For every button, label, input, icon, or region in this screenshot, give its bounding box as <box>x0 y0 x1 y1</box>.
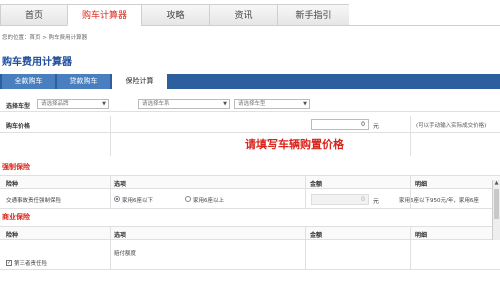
col-option: 选项 <box>114 232 127 239</box>
model-select[interactable]: 请选择车型 ▼ <box>234 99 310 109</box>
tab-bar: 全款购车 贷款购车 保险计算 <box>0 74 500 89</box>
grid-line <box>410 175 411 209</box>
tab-loan[interactable]: 贷款购车 <box>57 74 110 89</box>
series-select[interactable]: 请选择车系 ▼ <box>138 99 230 109</box>
col-option: 选项 <box>114 181 127 188</box>
nav-item-calculator[interactable]: 购车计算器 <box>67 4 141 26</box>
grid-line <box>410 226 411 270</box>
compulsory-section-title: 强制保险 <box>2 163 30 171</box>
col-type: 险种 <box>6 232 19 239</box>
tab-insurance[interactable]: 保险计算 <box>112 74 167 89</box>
col-type: 险种 <box>6 181 19 188</box>
scroll-thumb[interactable] <box>494 189 499 219</box>
nav-item-news[interactable]: 资讯 <box>209 4 277 26</box>
breadcrumb-prefix: 您的位置： <box>2 35 30 41</box>
commercial-row: ✓ 第三者责任险 赔付额度 <box>0 240 500 270</box>
compulsory-header: 险种 选项 金额 明细 <box>0 175 500 189</box>
nav-filler <box>349 4 500 26</box>
chevron-down-icon: ▼ <box>102 101 106 107</box>
model-select-text: 请选择车型 <box>238 101 266 107</box>
price-prompt: 请填写车辆购置价格 <box>245 138 344 151</box>
breadcrumb: 您的位置：首页 > 购车费用计算器 <box>2 33 87 41</box>
scrollbar[interactable]: ▲ <box>492 180 500 240</box>
col-detail: 明细 <box>415 181 428 188</box>
radio-under6[interactable] <box>114 196 120 202</box>
grid-line <box>110 175 111 209</box>
compulsory-unit: 元 <box>373 198 380 205</box>
price-unit: 元 <box>373 123 380 130</box>
third-party-option: 赔付额度 <box>114 251 137 257</box>
tab-full-payment[interactable]: 全款购车 <box>2 74 55 89</box>
model-label: 选择车型 <box>6 103 31 110</box>
breadcrumb-current: 购车费用计算器 <box>48 35 88 41</box>
radio-under6-label: 家用6座以下 <box>122 198 153 204</box>
nav-item-guide[interactable]: 攻略 <box>141 4 209 26</box>
series-select-text: 请选择车系 <box>142 101 170 107</box>
radio-over6-label: 家用6座以上 <box>193 198 224 204</box>
chevron-down-icon: ▼ <box>303 101 307 107</box>
third-party-label: 第三者责任险 <box>14 261 48 267</box>
scroll-up-icon[interactable]: ▲ <box>493 180 500 187</box>
commercial-section-title: 商业保险 <box>2 213 30 221</box>
price-hint: (可以手动输入实际成交价格) <box>416 123 487 129</box>
price-label: 购车价格 <box>6 123 31 130</box>
price-input[interactable]: 0 <box>311 119 369 130</box>
third-party-checkbox[interactable]: ✓ <box>6 260 12 266</box>
page-title: 购车费用计算器 <box>2 57 72 68</box>
top-nav: 首页 购车计算器 攻略 资讯 新手指引 <box>0 4 500 26</box>
breadcrumb-separator: > <box>40 35 49 41</box>
col-amount: 金额 <box>310 181 323 188</box>
nav-item-home[interactable]: 首页 <box>0 4 67 26</box>
compulsory-row: 交通事故责任强制保险 家用6座以下 家用6座以上 0 元 家用6座以下950元/… <box>0 189 500 209</box>
compulsory-amount: 0 <box>311 194 369 205</box>
breadcrumb-home-link[interactable]: 首页 <box>30 35 41 41</box>
grid-line <box>110 116 111 156</box>
radio-over6[interactable] <box>185 196 191 202</box>
grid-line <box>110 226 111 270</box>
brand-select[interactable]: 请选择品牌 ▼ <box>37 99 109 109</box>
chevron-down-icon: ▼ <box>223 101 227 107</box>
col-amount: 金额 <box>310 232 323 239</box>
col-detail: 明细 <box>415 232 428 239</box>
model-row: 选择车型 请选择品牌 ▼ 请选择车系 ▼ 请选择车型 ▼ <box>0 96 500 112</box>
nav-item-beginner[interactable]: 新手指引 <box>277 4 349 26</box>
grid-line <box>410 116 411 156</box>
grid-line <box>305 175 306 209</box>
price-row: 购车价格 0 元 (可以手动输入实际成交价格) <box>0 116 500 133</box>
commercial-header: 险种 选项 金额 明细 <box>0 226 500 240</box>
brand-select-text: 请选择品牌 <box>41 101 69 107</box>
compulsory-row-label: 交通事故责任强制保险 <box>6 198 62 204</box>
grid-line <box>305 226 306 270</box>
